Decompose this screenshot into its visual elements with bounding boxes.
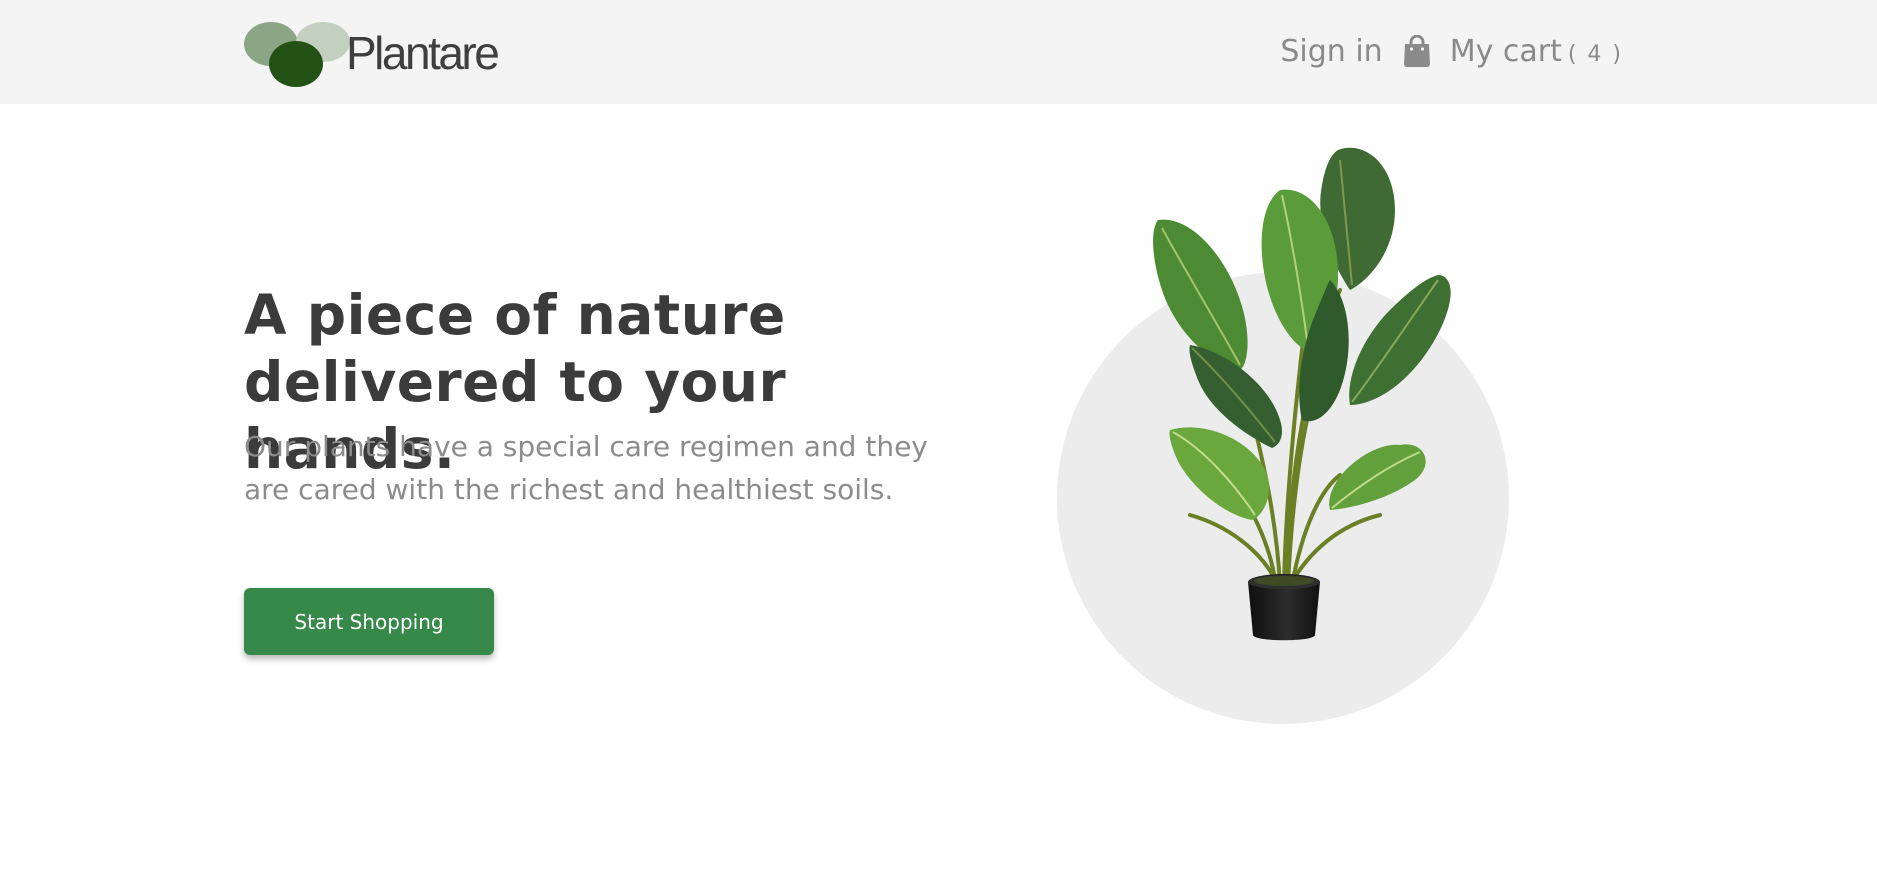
brand-name: Plantare (346, 27, 500, 79)
backdrop-circle (1057, 272, 1509, 724)
header-nav: Sign in My cart( 4 ) (1280, 28, 1623, 74)
cart-count-badge: ( 4 ) (1567, 41, 1623, 67)
potted-plant-illustration (1057, 147, 1509, 724)
brand-logo[interactable]: Plantare (244, 22, 500, 88)
shopping-bag-icon[interactable] (1403, 35, 1431, 67)
sign-in-link[interactable]: Sign in (1280, 34, 1382, 69)
my-cart-link[interactable]: My cart( 4 ) (1450, 34, 1623, 69)
logo-leaves-icon (244, 22, 350, 87)
site-header: Plantare Sign in My cart( 4 ) (0, 0, 1877, 104)
cart-label: My cart (1449, 33, 1562, 69)
hero-description: Our plants have a special care regimen a… (244, 430, 928, 506)
plant-pot (1248, 574, 1320, 641)
start-shopping-button[interactable]: Start Shopping (244, 588, 494, 655)
